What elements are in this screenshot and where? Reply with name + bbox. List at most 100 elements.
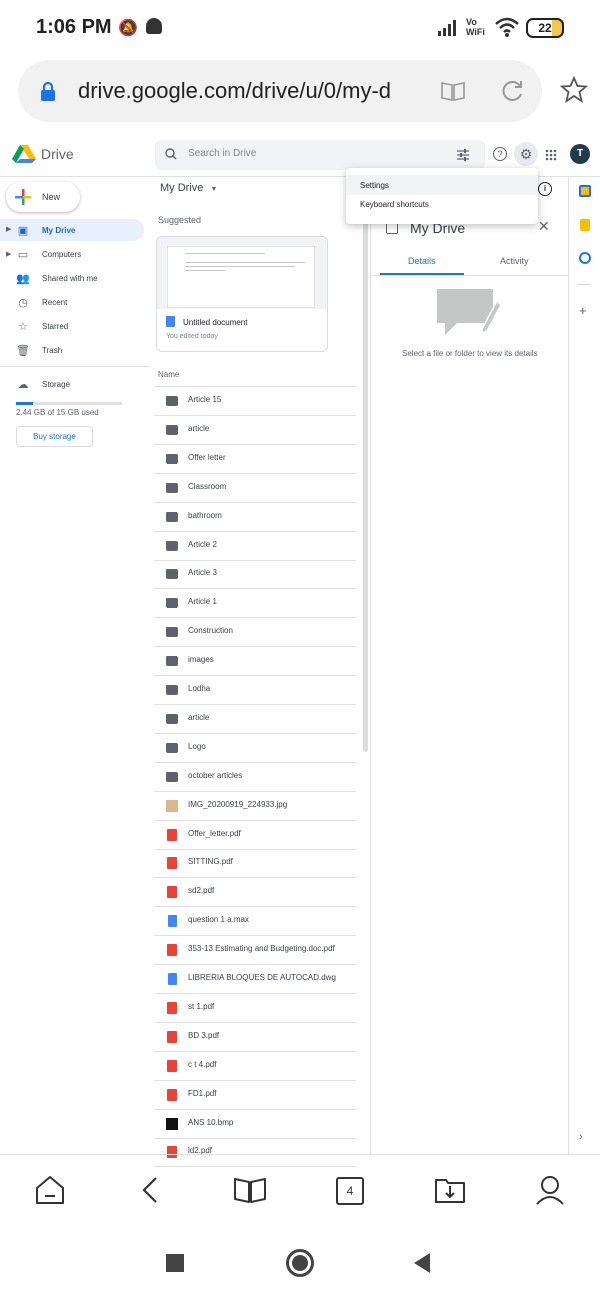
name-column-header[interactable]: Name — [158, 370, 179, 379]
file-row[interactable]: question 1 a.max — [154, 907, 356, 937]
tab-activity[interactable]: Activity — [500, 256, 529, 266]
expand-arrow-icon[interactable]: ▶ — [6, 250, 11, 258]
apps-grid-icon[interactable] — [545, 148, 557, 166]
folder-icon — [166, 598, 178, 609]
file-name: Article 15 — [188, 395, 222, 404]
reader-mode-icon[interactable] — [440, 80, 466, 107]
tabs-count[interactable]: 4 — [336, 1177, 364, 1205]
folder-icon — [166, 771, 178, 782]
file-row[interactable]: st 1.pdf — [154, 994, 356, 1023]
keep-icon[interactable] — [580, 219, 590, 231]
file-row[interactable]: FD1.pdf — [154, 1081, 356, 1110]
url-text[interactable]: drive.google.com/drive/u/0/my-d — [78, 78, 408, 104]
wifi-icon — [494, 16, 520, 43]
file-name: SITTING.pdf — [188, 857, 233, 867]
file-row[interactable]: Article 2 — [154, 532, 356, 561]
buy-storage-button[interactable]: Buy storage — [16, 426, 93, 447]
avatar[interactable]: T — [570, 144, 590, 164]
file-row[interactable]: article — [154, 416, 356, 445]
folder-icon — [166, 656, 178, 667]
menu-item-settings[interactable]: Settings — [360, 181, 389, 190]
back-triangle-icon[interactable] — [414, 1253, 430, 1273]
file-name: FD1.pdf — [188, 1088, 217, 1098]
file-row[interactable]: IMG_20200919_224933.jpg — [154, 792, 356, 821]
calendar-icon[interactable] — [579, 185, 591, 197]
back-arrow-icon[interactable] — [140, 1176, 160, 1209]
pdf-icon — [167, 944, 177, 957]
storage-label: Storage — [42, 380, 71, 389]
active-tab-indicator — [380, 273, 464, 275]
drive-logo-text[interactable]: Drive — [41, 146, 74, 162]
scrollbar[interactable] — [363, 176, 368, 752]
file-name: Logo — [188, 741, 206, 751]
file-row[interactable]: Logo — [154, 734, 356, 763]
pdf-icon — [167, 886, 177, 899]
reload-icon[interactable] — [500, 78, 526, 109]
page-title: My Drive — [160, 182, 204, 194]
info-icon[interactable]: i — [538, 182, 552, 196]
file-row[interactable]: Article 3 — [154, 560, 356, 590]
drive-logo-icon[interactable] — [12, 144, 36, 169]
file-row[interactable]: Lodha — [154, 676, 356, 705]
file-row[interactable]: Construction — [154, 618, 356, 648]
my-drive-icon: ▣ — [17, 225, 29, 237]
my-drive-dropdown[interactable]: My Drive ▼ — [160, 182, 217, 194]
folder-icon — [166, 742, 178, 753]
file-row[interactable]: Classroom — [154, 474, 356, 503]
file-name: IMG_20200919_224933.jpg — [188, 799, 288, 809]
home-icon[interactable] — [34, 1174, 66, 1211]
file-row[interactable]: 353-13 Estimating and Budgeting.doc.pdf — [154, 936, 356, 966]
file-row[interactable]: bathroom — [154, 503, 356, 532]
suggested-heading: Suggested — [158, 215, 202, 225]
folder-icon — [166, 540, 178, 551]
file-row[interactable]: Article 15 — [154, 387, 356, 416]
file-row[interactable]: SITTING.pdf — [154, 849, 356, 879]
recents-icon[interactable] — [166, 1254, 184, 1272]
home-button-inner — [292, 1255, 308, 1271]
pdf-icon — [167, 1088, 177, 1101]
document-icon — [168, 915, 177, 928]
tasks-icon[interactable] — [579, 252, 591, 264]
search-options-icon[interactable] — [457, 148, 469, 166]
sidebar-divider — [0, 366, 150, 367]
file-row[interactable]: images — [154, 647, 356, 677]
pdf-icon — [167, 1001, 177, 1014]
file-row[interactable]: ld2.pdf — [154, 1138, 356, 1168]
cloud-icon: ☁ — [17, 379, 29, 391]
bookmark-star-icon[interactable] — [559, 75, 589, 109]
pane-divider — [370, 176, 371, 1154]
downloads-icon[interactable] — [434, 1176, 466, 1209]
file-row[interactable]: october articles — [154, 763, 356, 792]
file-name: BD 3.pdf — [188, 1030, 220, 1040]
menu-item-keyboard-shortcuts[interactable]: Keyboard shortcuts — [360, 200, 429, 209]
sidebar-item-label: Starred — [42, 322, 69, 331]
tab-details[interactable]: Details — [408, 256, 436, 266]
profile-icon[interactable] — [534, 1174, 566, 1211]
file-row[interactable]: ANS 10.bmp — [154, 1110, 356, 1139]
file-row[interactable]: Article 1 — [154, 589, 356, 619]
file-name: question 1 a.max — [188, 915, 249, 925]
file-row[interactable]: Offer letter — [154, 445, 356, 474]
shared-icon: 👥 — [16, 273, 30, 285]
file-row[interactable]: article — [154, 705, 356, 734]
search-icon[interactable] — [165, 147, 177, 165]
add-addon-icon[interactable]: + — [579, 303, 587, 318]
file-row[interactable]: sd2.pdf — [154, 878, 356, 908]
file-row[interactable]: Offer_letter.pdf — [154, 821, 356, 850]
pdf-icon — [167, 1146, 177, 1159]
mute-icon: 🔕 — [118, 20, 138, 37]
search-placeholder[interactable]: Search in Drive — [188, 148, 256, 159]
vowifi-label: Vo WiFi — [466, 17, 485, 37]
expand-arrow-icon[interactable]: ▶ — [6, 225, 11, 233]
rail-divider — [568, 176, 569, 1154]
help-icon[interactable]: ? — [493, 147, 507, 161]
file-row[interactable]: c t 4.pdf — [154, 1052, 356, 1081]
settings-gear-icon[interactable]: ⚙ — [514, 142, 538, 166]
file-row[interactable]: LIBRERIA BLOQUES DE AUTOCAD.dwg — [154, 965, 356, 994]
book-icon[interactable] — [233, 1176, 267, 1209]
expand-panel-icon[interactable]: › — [579, 1131, 583, 1143]
details-empty-icon — [435, 287, 503, 342]
close-icon[interactable]: ✕ — [538, 218, 550, 235]
file-name: ANS 10.bmp — [188, 1117, 234, 1127]
file-row[interactable]: BD 3.pdf — [154, 1023, 356, 1052]
